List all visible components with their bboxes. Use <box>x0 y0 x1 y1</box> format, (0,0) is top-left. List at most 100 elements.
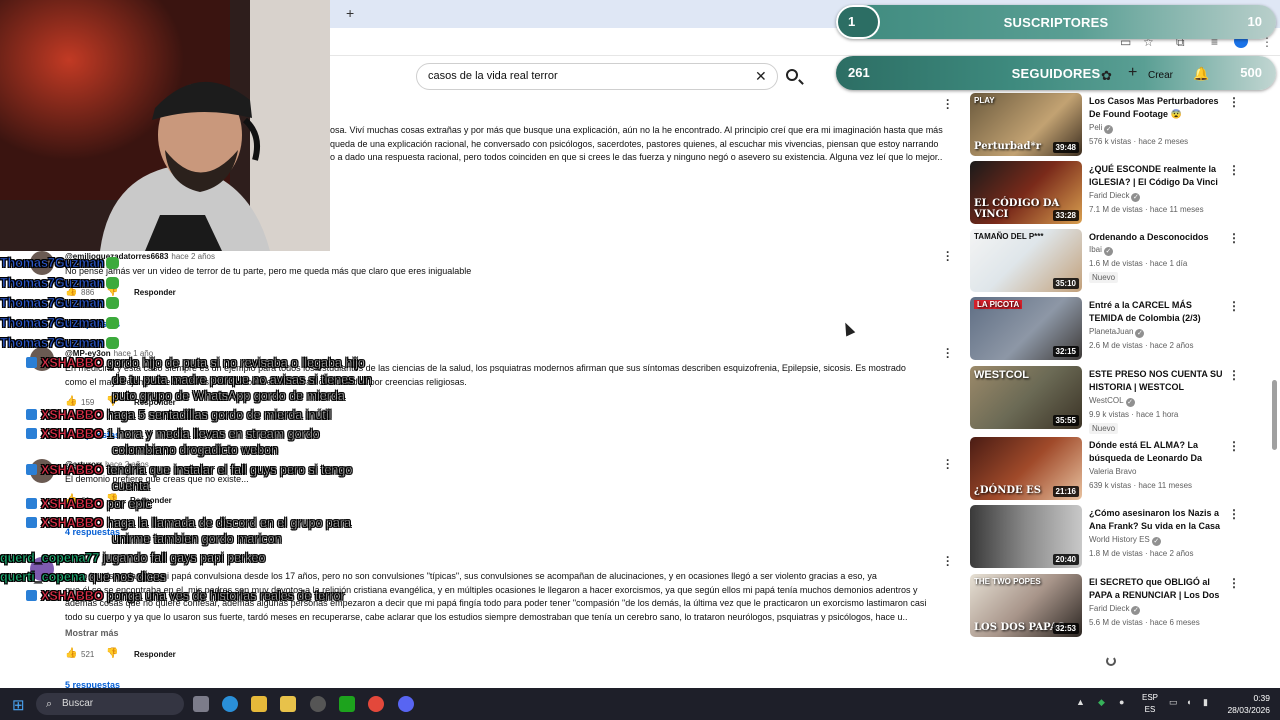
obs-icon[interactable] <box>310 696 326 712</box>
channel-name[interactable]: WestCOL <box>1089 396 1124 405</box>
video-menu-icon[interactable]: ⋮ <box>1228 507 1240 521</box>
video-menu-icon[interactable]: ⋮ <box>1228 439 1240 453</box>
notifications-bell-icon[interactable]: 🔔 <box>1193 66 1209 82</box>
video-menu-icon[interactable]: ⋮ <box>1228 368 1240 382</box>
thumbnail-text: THE TWO POPES <box>974 577 1041 586</box>
clear-search-icon[interactable]: ✕ <box>755 68 767 85</box>
battery-icon[interactable]: ▮ <box>1203 697 1208 708</box>
video-thumbnail[interactable]: 20:40 <box>970 505 1082 568</box>
video-thumbnail[interactable]: EL CÓDIGO DA VINCI 33:28 <box>970 161 1082 224</box>
search-input[interactable]: casos de la vida real terror <box>416 63 778 90</box>
video-title[interactable]: ESTE PRESO NOS CUENTA SU HISTORIA | WEST… <box>1089 368 1224 394</box>
channel-name[interactable]: Ibai <box>1089 245 1102 254</box>
chat-text: 1 hora y media llevas en stream gordo <box>107 427 320 441</box>
chat-text: tendría que instalar el fall guys pero s… <box>107 463 353 477</box>
video-menu-icon[interactable]: ⋮ <box>1228 95 1240 109</box>
video-channel[interactable]: WestCOL ✓ <box>1089 396 1135 407</box>
edge-icon[interactable] <box>222 696 238 712</box>
comment-time[interactable]: hace 2 años <box>171 252 215 261</box>
video-title[interactable]: ¿QUÉ ESCONDE realmente la IGLESIA? | El … <box>1089 163 1224 190</box>
comment-line: tengo la misma familia, mi papá convulsi… <box>65 571 877 581</box>
recommended-video[interactable]: WESTCOL 35:55 ESTE PRESO NOS CUENTA SU H… <box>970 366 1270 434</box>
network-icon[interactable]: ▭ <box>1169 697 1178 708</box>
channel-name[interactable]: Valeria Bravo <box>1089 467 1136 476</box>
create-plus-icon[interactable]: + <box>1128 64 1137 82</box>
chat-text: haga 5 sentadillas gordo de mierda inúti… <box>107 408 332 422</box>
comment-menu-icon[interactable]: · · · <box>944 343 952 363</box>
video-channel[interactable]: Ibai ✓ <box>1089 245 1113 256</box>
comment-menu-icon[interactable]: · · · <box>944 246 952 266</box>
taskbar-clock[interactable]: 0:39 28/03/2026 <box>1224 692 1270 716</box>
video-channel[interactable]: Farid Dieck ✓ <box>1089 604 1141 615</box>
chrome-icon[interactable] <box>368 696 384 712</box>
create-button[interactable]: Crear <box>1148 70 1173 81</box>
windows-start-icon[interactable]: ⊞ <box>12 696 25 714</box>
taskbar-search[interactable]: ⌕ Buscar <box>36 693 184 715</box>
windows-taskbar: ⊞ ⌕ Buscar ▲ ◆ ● ESP ES ▭ ◖ ▮ 0:39 28/03… <box>0 688 1280 720</box>
xbox-icon[interactable] <box>339 696 355 712</box>
page-scrollbar[interactable] <box>1272 380 1277 450</box>
chat-message: Thomas7Guzman <box>0 256 120 270</box>
keyboard-language[interactable]: ESP ES <box>1141 692 1159 716</box>
video-title[interactable]: El SECRETO que OBLIGÓ al PAPA a RENUNCIA… <box>1089 576 1224 603</box>
video-thumbnail[interactable]: ¿DÓNDE ES 21:16 <box>970 437 1082 500</box>
comment-menu-icon[interactable]: · · · <box>944 551 952 571</box>
video-title[interactable]: Ordenando a Desconocidos <box>1089 231 1224 244</box>
channel-name[interactable]: Peli <box>1089 123 1102 132</box>
video-thumbnail[interactable]: WESTCOL 35:55 <box>970 366 1082 429</box>
broadcast-icon[interactable]: ✿ <box>1101 68 1112 84</box>
recommended-video[interactable]: THE TWO POPES LOS DOS PAPAS 32:53 El SEC… <box>970 574 1270 638</box>
recommended-video[interactable]: LA PICOTA 32:15 Entré a la CARCEL MÁS TE… <box>970 297 1270 361</box>
discord-icon[interactable] <box>398 696 414 712</box>
tray-expand-icon[interactable]: ▲ <box>1076 697 1085 707</box>
new-tab-button[interactable]: + <box>346 5 354 21</box>
recommended-video[interactable]: ¿DÓNDE ES 21:16 Dónde está EL ALMA? La b… <box>970 437 1270 501</box>
channel-name[interactable]: Farid Dieck <box>1089 604 1129 613</box>
video-title[interactable]: Dónde está EL ALMA? La búsqueda de Leona… <box>1089 439 1224 466</box>
video-channel[interactable]: PlanetaJuan ✓ <box>1089 327 1145 338</box>
video-menu-icon[interactable]: ⋮ <box>1228 299 1240 313</box>
volume-icon[interactable]: ◖ <box>1186 697 1191 707</box>
comment-text: No pensé jamás ver un video de terror de… <box>65 266 472 276</box>
video-title[interactable]: Entré a la CARCEL MÁS TEMIDA de Colombia… <box>1089 299 1224 325</box>
comment-menu-icon[interactable]: · · · <box>944 94 952 114</box>
video-channel[interactable]: Peli ✓ <box>1089 123 1114 134</box>
comment-menu-icon[interactable]: · · · <box>944 454 952 474</box>
video-thumbnail[interactable]: TAMAÑO DEL P*** 35:10 <box>970 229 1082 292</box>
tray-app-icon[interactable]: ◆ <box>1098 697 1105 708</box>
recommended-video[interactable]: TAMAÑO DEL P*** 35:10 Ordenando a Descon… <box>970 229 1270 293</box>
show-more-link[interactable]: Mostrar más <box>65 628 119 638</box>
chat-username: Thomas7Guzman <box>0 296 105 310</box>
microphone-icon[interactable]: ● <box>1119 697 1124 707</box>
video-title[interactable]: Los Casos Mas Perturbadores De Found Foo… <box>1089 95 1224 121</box>
verified-icon: ✓ <box>1103 247 1113 256</box>
video-thumbnail[interactable]: THE TWO POPES LOS DOS PAPAS 32:53 <box>970 574 1082 637</box>
app-icon[interactable] <box>280 696 296 712</box>
like-icon[interactable]: 👍 <box>65 648 77 659</box>
video-channel[interactable]: Farid Dieck ✓ <box>1089 191 1141 202</box>
reply-button[interactable]: Responder <box>134 650 176 659</box>
video-menu-icon[interactable]: ⋮ <box>1228 231 1240 245</box>
recommended-video[interactable]: 20:40 ¿Cómo asesinaron los Nazis a Ana F… <box>970 505 1270 569</box>
dislike-icon[interactable]: 👎 <box>106 648 118 659</box>
chat-username: XSHABBO <box>41 356 104 370</box>
recommended-video[interactable]: EL CÓDIGO DA VINCI 33:28 ¿QUÉ ESCONDE re… <box>970 161 1270 225</box>
channel-name[interactable]: World History ES <box>1089 535 1150 544</box>
video-meta: 9.9 k vistas · hace 1 hora <box>1089 410 1179 419</box>
video-title[interactable]: ¿Cómo asesinaron los Nazis a Ana Frank? … <box>1089 507 1224 534</box>
video-thumbnail[interactable]: PLAY Perturbad*r 39:48 <box>970 93 1082 156</box>
video-menu-icon[interactable]: ⋮ <box>1228 163 1240 177</box>
followers-goal: 500 <box>1240 65 1262 80</box>
channel-name[interactable]: Farid Dieck <box>1089 191 1129 200</box>
file-explorer-icon[interactable] <box>251 696 267 712</box>
like-icon[interactable]: 👍 <box>65 396 77 407</box>
channel-name[interactable]: PlanetaJuan <box>1089 327 1133 336</box>
webcam-feed <box>0 0 330 251</box>
task-view-icon[interactable] <box>193 696 209 712</box>
video-menu-icon[interactable]: ⋮ <box>1228 576 1240 590</box>
recommended-video[interactable]: PLAY Perturbad*r 39:48 Los Casos Mas Per… <box>970 93 1270 157</box>
reply-button[interactable]: Responder <box>134 288 176 297</box>
mouse-cursor-icon <box>840 320 856 337</box>
video-thumbnail[interactable]: LA PICOTA 32:15 <box>970 297 1082 360</box>
video-channel[interactable]: World History ES ✓ <box>1089 535 1161 546</box>
